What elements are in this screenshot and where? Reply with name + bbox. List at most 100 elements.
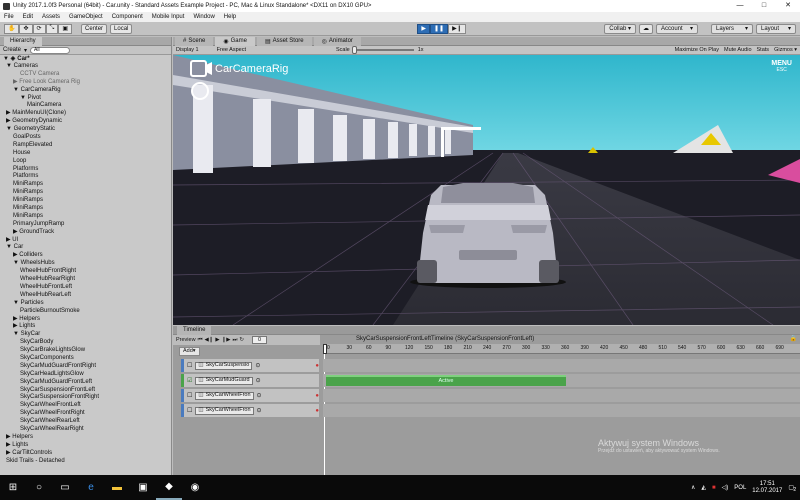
stats-toggle[interactable]: Stats [757,47,770,53]
unity-button[interactable]: ◆ [156,475,182,500]
layers-dropdown[interactable]: Layers ▾ [711,23,753,34]
maximize-on-play-toggle[interactable]: Maximize On Play [675,47,719,53]
hierarchy-item[interactable]: SkyCarBody [0,339,171,347]
hierarchy-item[interactable]: ▶ GeometryDynamic [0,118,171,126]
hierarchy-item[interactable]: ▼ Car [0,244,171,252]
hierarchy-item[interactable]: SkyCarMudGuardFrontLeft [0,379,171,387]
hierarchy-item[interactable]: SkyCarMudGuardFrontRight [0,363,171,371]
track-checkbox[interactable]: ☐ [187,392,192,399]
hierarchy-tab[interactable]: Hierarchy [4,37,42,46]
track-checkbox[interactable]: ☑ [187,377,192,384]
track-lane[interactable] [323,389,800,402]
hierarchy-item[interactable]: SkyCarHeadLightsGlow [0,371,171,379]
hierarchy-item[interactable]: ▼ SkyCar [0,331,171,339]
rect-tool-button[interactable]: ▣ [58,23,73,34]
hierarchy-item[interactable]: SkyCarComponents [0,355,171,363]
add-track-button[interactable]: Add▾ [179,347,200,356]
action-center-button[interactable]: ▢ 2 [788,484,796,493]
account-dropdown[interactable]: Account ▾ [656,23,698,34]
tab-scene[interactable]: # Scene [175,36,214,46]
track-binding-field[interactable]: ◫ SkyCarSuspensio [195,361,253,370]
hierarchy-item[interactable]: ▶ Lights [0,442,171,450]
hierarchy-item[interactable]: SkyCarWheelFrontLeft [0,402,171,410]
hierarchy-item[interactable]: MiniRamps [0,189,171,197]
chrome-button[interactable]: ◉ [182,475,208,500]
game-viewport[interactable]: CarCameraRig MENU ESC [173,55,800,325]
menu-file[interactable]: File [4,14,14,20]
hierarchy-item[interactable]: CCTV Camera [0,71,171,79]
camera-switch-button[interactable] [187,58,215,80]
hierarchy-item[interactable]: RampElevated [0,142,171,150]
hierarchy-item[interactable]: WheelHubFrontRight [0,268,171,276]
hierarchy-item[interactable]: WheelHubRearRight [0,276,171,284]
scale-slider[interactable] [351,46,414,54]
hierarchy-item[interactable]: ▶ Lights [0,323,171,331]
timeline-ruler[interactable]: 0 30 60 90 120 150 180 210 240 270 300 330 360 390 420… [323,344,800,354]
scale-slider-thumb[interactable] [351,46,357,54]
hierarchy-item[interactable]: SkyCarSuspensionFrontRight [0,394,171,402]
play-icon[interactable]: ▶ [215,337,219,343]
track-lane[interactable] [323,359,800,372]
hierarchy-item[interactable]: MiniRamps [0,213,171,221]
target-icon[interactable]: ⊙ [257,407,262,414]
menu-component[interactable]: Component [112,14,143,20]
pause-button[interactable]: ❚❚ [430,23,449,34]
mute-audio-toggle[interactable]: Mute Audio [724,47,752,53]
rotate-tool-button[interactable]: ⟳ [32,23,46,34]
close-button[interactable]: ✕ [776,0,800,12]
track-binding-field[interactable]: ◫ SkyCarWheelFron [195,406,254,415]
track-lane[interactable] [323,404,800,417]
hierarchy-item[interactable]: Platforms [0,166,171,174]
track-row[interactable]: ☐ ◫ SkyCarWheelFron ⊙ ● [181,389,319,402]
track-checkbox[interactable]: ☐ [187,407,192,414]
hierarchy-item[interactable]: ▶ Helpers [0,316,171,324]
store-button[interactable]: ▣ [130,475,156,500]
hierarchy-item[interactable]: ▶ Free Look Camera Rig [0,79,171,87]
menu-mobile-input[interactable]: Mobile Input [152,14,185,20]
step-button[interactable]: ▶❙ [448,23,466,34]
preview-toggle[interactable]: Preview [176,337,196,343]
language-indicator[interactable]: POL [734,485,746,491]
hierarchy-item[interactable]: ▼ Cameras [0,63,171,71]
track-row[interactable]: ☑ ◫ SkyCarMudGuard ⊙ [181,374,319,387]
search-button[interactable]: ○ [26,475,52,500]
record-icon[interactable]: ● [315,363,319,369]
hierarchy-item[interactable]: MiniRamps [0,197,171,205]
create-dropdown[interactable]: Create [3,47,21,53]
menu-button[interactable]: MENU ESC [771,60,792,73]
last-frame-icon[interactable]: ⏭ [232,337,237,344]
menu-edit[interactable]: Edit [23,14,33,20]
tray-expand-icon[interactable]: ∧ [691,484,695,491]
hierarchy-item[interactable]: SkyCarSuspensionFrontLeft [0,387,171,395]
menu-assets[interactable]: Assets [42,14,60,20]
target-icon[interactable]: ⊙ [257,392,262,399]
menu-window[interactable]: Window [193,14,214,20]
minimize-button[interactable]: — [728,0,752,12]
playhead-marker[interactable] [323,344,327,354]
next-frame-icon[interactable]: ❙▶ [222,337,231,343]
hierarchy-item[interactable]: WheelHubFrontLeft [0,284,171,292]
track-lane[interactable]: Active [323,374,800,387]
hierarchy-search-input[interactable]: All [30,46,71,54]
menu-help[interactable]: Help [224,14,236,20]
activation-clip[interactable]: Active [326,375,566,386]
record-icon[interactable]: ● [315,408,319,414]
hierarchy-item[interactable]: ParticleBurnoutSmoke [0,308,171,316]
frame-field[interactable]: 0 [252,336,268,344]
record-icon[interactable]: ● [315,393,319,399]
hierarchy-item[interactable]: ▶ Helpers [0,434,171,442]
pivot-local-button[interactable]: Local [110,23,133,34]
hierarchy-item[interactable]: House [0,150,171,158]
aspect-dropdown[interactable]: Free Aspect [217,47,246,53]
hierarchy-item[interactable]: ▼ Particles [0,300,171,308]
tab-asset-store[interactable]: ▤ Asset Store [256,36,312,46]
hierarchy-item[interactable]: Loop [0,158,171,166]
hierarchy-item[interactable]: ▼ CarCameraRig [0,87,171,95]
reset-button[interactable] [189,81,211,101]
hierarchy-item[interactable]: ▶ CarTiltControls [0,450,171,458]
track-row[interactable]: ☐ ◫ SkyCarSuspensio ⊙ ● [181,359,319,372]
target-icon[interactable]: ⊙ [255,362,260,369]
hand-tool-button[interactable]: ✋ [4,23,20,34]
timeline-lock-icon[interactable]: 🔒 [790,335,797,342]
first-frame-icon[interactable]: ⏮ [198,337,203,344]
